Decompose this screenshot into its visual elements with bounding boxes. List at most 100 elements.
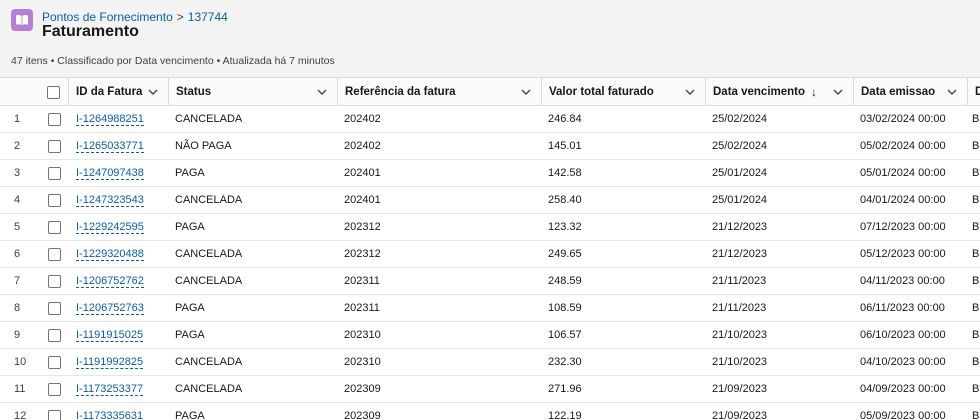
due-date-cell: 21/11/2023	[712, 268, 853, 294]
table-row[interactable]: 6 I-1229320488 CANCELADA 202312 249.65 21/12/…	[0, 241, 980, 268]
due-date-cell-text: 21/12/2023	[712, 248, 768, 260]
table-row[interactable]: 3 I-1247097438 PAGA 202401 142.58 25/01/2024 0…	[0, 160, 980, 187]
total-cell: 108.59	[548, 295, 705, 321]
column-header-id[interactable]: ID da Fatura	[68, 78, 168, 106]
column-header-due-date[interactable]: Data vencimento ↓	[705, 78, 853, 106]
invoice-id-cell: I-1247097438	[76, 160, 168, 186]
invoice-id-link[interactable]: I-1206752763	[76, 302, 144, 315]
page-header: Pontos de Fornecimento >137744 Faturament…	[0, 0, 980, 78]
status-cell: CANCELADA	[175, 349, 337, 375]
row-number-text: 6	[14, 248, 21, 260]
breadcrumb-separator: >	[176, 10, 184, 24]
reference-cell: 202402	[344, 106, 541, 132]
row-select-checkbox[interactable]	[48, 112, 61, 126]
due-date-cell-text: 25/01/2024	[712, 167, 768, 179]
invoice-id-link[interactable]: I-1264988251	[76, 113, 144, 126]
breadcrumb-record-link[interactable]: 137744	[188, 10, 228, 24]
invoice-id-link[interactable]: I-1229242595	[76, 221, 144, 234]
column-header-status[interactable]: Status	[168, 78, 337, 106]
row-number-text: 8	[14, 302, 21, 314]
invoice-id-link[interactable]: I-1265033771	[76, 140, 144, 153]
invoice-id-cell: I-1173335631	[76, 403, 168, 420]
row-select-cell	[48, 187, 68, 213]
due-date-cell: 21/09/2023	[712, 403, 853, 420]
row-number: 4	[14, 187, 40, 213]
table-row[interactable]: 2 I-1265033771 NÃO PAGA 202402 145.01 25/02/2…	[0, 133, 980, 160]
extra-cell-text: BI	[972, 140, 980, 152]
total-cell-text: 108.59	[548, 302, 582, 314]
row-select-cell	[48, 268, 68, 294]
breadcrumb: Pontos de Fornecimento >137744	[42, 10, 228, 24]
row-number: 1	[14, 106, 40, 132]
total-cell: 145.01	[548, 133, 705, 159]
reference-cell-text: 202309	[344, 383, 381, 395]
total-cell-text: 271.96	[548, 383, 582, 395]
row-number: 12	[14, 403, 40, 420]
reference-cell: 202401	[344, 160, 541, 186]
row-select-checkbox[interactable]	[48, 193, 61, 207]
row-number-text: 5	[14, 221, 21, 233]
row-select-checkbox[interactable]	[48, 355, 61, 369]
row-select-checkbox[interactable]	[48, 139, 61, 153]
table-row[interactable]: 7 I-1206752762 CANCELADA 202311 248.59 21/11/…	[0, 268, 980, 295]
due-date-cell: 21/09/2023	[712, 376, 853, 402]
invoice-id-link[interactable]: I-1173253377	[76, 383, 144, 396]
column-label-id: ID da Fatura	[76, 86, 143, 98]
row-number: 11	[14, 376, 40, 402]
invoice-id-link[interactable]: I-1191915025	[76, 329, 144, 342]
table-row[interactable]: 1 I-1264988251 CANCELADA 202402 246.84 25/02/…	[0, 106, 980, 133]
reference-cell: 202309	[344, 403, 541, 420]
total-cell-text: 248.59	[548, 275, 582, 287]
row-select-checkbox[interactable]	[48, 301, 61, 315]
total-cell: 271.96	[548, 376, 705, 402]
row-number-text: 4	[14, 194, 21, 206]
column-header-extra[interactable]: D	[967, 78, 980, 106]
table-row[interactable]: 9 I-1191915025 PAGA 202310 106.57 21/10/2023 0…	[0, 322, 980, 349]
issue-date-cell-text: 06/11/2023 00:00	[860, 302, 945, 314]
table-row[interactable]: 5 I-1229242595 PAGA 202312 123.32 21/12/2023 0…	[0, 214, 980, 241]
row-select-checkbox[interactable]	[48, 382, 61, 396]
row-select-cell	[48, 403, 68, 420]
row-select-checkbox[interactable]	[48, 274, 61, 288]
select-all-checkbox[interactable]	[47, 85, 60, 99]
extra-cell: BI	[972, 403, 980, 420]
chevron-down-icon[interactable]	[685, 88, 695, 96]
table-row[interactable]: 4 I-1247323543 CANCELADA 202401 258.40 25/01/…	[0, 187, 980, 214]
invoice-id-link[interactable]: I-1206752762	[76, 275, 144, 288]
invoice-id-link[interactable]: I-1173335631	[76, 410, 143, 420]
column-header-issue-date[interactable]: Data emissao	[853, 78, 967, 106]
chevron-down-icon[interactable]	[833, 88, 843, 96]
row-select-checkbox[interactable]	[48, 247, 61, 261]
row-select-cell	[48, 376, 68, 402]
issue-date-cell-text: 04/09/2023 00:00	[860, 383, 946, 395]
total-cell: 249.65	[548, 241, 705, 267]
chevron-down-icon[interactable]	[947, 88, 957, 96]
extra-cell: BI	[972, 295, 980, 321]
row-select-checkbox[interactable]	[48, 409, 61, 420]
reference-cell-text: 202402	[344, 140, 381, 152]
table-row[interactable]: 10 I-1191992825 CANCELADA 202310 232.30 21/10…	[0, 349, 980, 376]
invoice-id-link[interactable]: I-1191992825	[76, 356, 144, 369]
due-date-cell-text: 25/02/2024	[712, 140, 768, 152]
table-row[interactable]: 8 I-1206752763 PAGA 202311 108.59 21/11/2023 0…	[0, 295, 980, 322]
reference-cell-text: 202401	[344, 167, 381, 179]
column-header-reference[interactable]: Referência da fatura	[337, 78, 541, 106]
table-row[interactable]: 12 I-1173335631 PAGA 202309 122.19 21/09/2023…	[0, 403, 980, 420]
column-label-reference: Referência da fatura	[345, 86, 456, 98]
breadcrumb-parent-link[interactable]: Pontos de Fornecimento	[42, 10, 173, 24]
reference-cell-text: 202402	[344, 113, 381, 125]
invoice-id-link[interactable]: I-1247323543	[76, 194, 144, 207]
table-row[interactable]: 11 I-1173253377 CANCELADA 202309 271.96 21/09…	[0, 376, 980, 403]
column-header-total[interactable]: Valor total faturado	[541, 78, 705, 106]
row-number: 2	[14, 133, 40, 159]
row-select-checkbox[interactable]	[48, 220, 61, 234]
row-select-checkbox[interactable]	[48, 328, 61, 342]
due-date-cell-text: 21/09/2023	[712, 410, 768, 420]
invoice-id-link[interactable]: I-1247097438	[76, 167, 144, 180]
row-select-checkbox[interactable]	[48, 166, 61, 180]
status-cell: CANCELADA	[175, 268, 337, 294]
invoice-id-link[interactable]: I-1229320488	[76, 248, 144, 261]
chevron-down-icon[interactable]	[148, 88, 158, 96]
chevron-down-icon[interactable]	[521, 88, 531, 96]
chevron-down-icon[interactable]	[317, 88, 327, 96]
